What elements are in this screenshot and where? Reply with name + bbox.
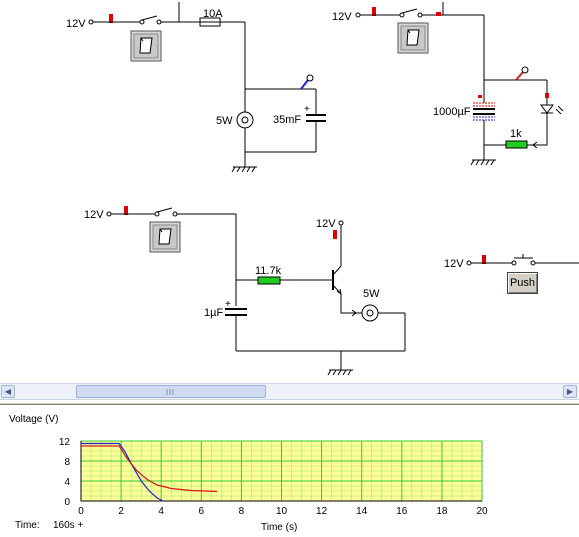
circuit-3: 12V 11.7k + 1µF 12V 5W (84, 206, 406, 376)
scroll-thumb[interactable] (76, 385, 266, 398)
c1-probe-icon[interactable] (300, 74, 314, 90)
x-tick-label: 12 (316, 506, 328, 517)
c3-lamp-label: 5W (363, 288, 380, 300)
x-tick-label: 2 (118, 506, 124, 517)
c2-switch-button[interactable] (397, 22, 429, 54)
graph-panel: Voltage (V) 0 2 4 6 8 10 12 14 16 18 20 0 4 8 12 Time:… (0, 405, 579, 537)
c1-capacitor-label: 35mF (273, 114, 301, 126)
c1-lamp-label: 5W (216, 115, 233, 127)
y-tick-label: 0 (64, 497, 70, 508)
circuit-canvas[interactable]: 12V 10A 5W + 35mF 12V 1000µF 1k 12V 11.7… (0, 0, 579, 383)
voltage-chart: 0 2 4 6 8 10 12 14 16 18 20 0 4 8 12 (59, 437, 488, 517)
x-tick-label: 4 (158, 506, 164, 517)
c3-resistor-label: 11.7k (255, 265, 282, 277)
y-tick-label: 8 (64, 457, 70, 468)
x-tick-label: 10 (276, 506, 288, 517)
c2-resistor-label: 1k (510, 128, 522, 140)
c3-ground-icon (327, 369, 353, 376)
y-tick-label: 12 (59, 437, 71, 448)
c3-capacitor-label: 1µF (204, 307, 223, 319)
c2-capacitor-label: 1000µF (433, 106, 471, 118)
circuit-2: 12V 1000µF 1k (332, 2, 564, 166)
x-tick-label: 14 (356, 506, 368, 517)
c3-lamp[interactable] (361, 304, 379, 322)
x-axis-label: Time (s) (261, 522, 298, 533)
c3-supply-label: 12V (84, 209, 104, 221)
c3-transistor-supply-label: 12V (316, 218, 336, 230)
scroll-right-arrow-icon[interactable]: ▶ (563, 385, 577, 398)
y-tick-label: 4 (64, 477, 70, 488)
c2-capacitor[interactable] (473, 80, 495, 145)
c2-resistor[interactable] (505, 140, 528, 149)
x-tick-label: 18 (436, 506, 448, 517)
circuit-1: 12V 10A 5W + 35mF (66, 2, 326, 173)
push-button[interactable]: Push (507, 272, 538, 294)
time-value: 160s + (53, 520, 84, 531)
c3-switch-button[interactable] (149, 221, 181, 253)
x-tick-label: 0 (78, 506, 84, 517)
c1-supply-label: 12V (66, 18, 86, 30)
x-tick-label: 20 (476, 506, 488, 517)
horizontal-scrollbar[interactable]: ◀ ▶ (0, 383, 579, 400)
c2-supply-label: 12V (332, 11, 352, 23)
c4-supply-label: 12V (444, 258, 464, 270)
x-tick-label: 6 (199, 506, 205, 517)
circuit-4: 12V (444, 254, 579, 270)
c2-led[interactable] (540, 80, 564, 145)
x-tick-label: 8 (239, 506, 245, 517)
c2-probe-icon[interactable] (515, 66, 529, 81)
c2-ground-icon (470, 159, 496, 166)
time-label: Time: (15, 520, 40, 531)
x-tick-label: 16 (396, 506, 408, 517)
c1-ground-icon (231, 166, 257, 173)
c3-transistor[interactable] (332, 265, 342, 296)
c3-resistor[interactable] (257, 276, 281, 285)
scroll-left-arrow-icon[interactable]: ◀ (1, 385, 15, 398)
svg-text:+: + (304, 104, 310, 115)
push-button-label: Push (509, 277, 536, 289)
c1-switch-button[interactable] (130, 30, 162, 62)
c1-lamp[interactable] (236, 111, 254, 129)
